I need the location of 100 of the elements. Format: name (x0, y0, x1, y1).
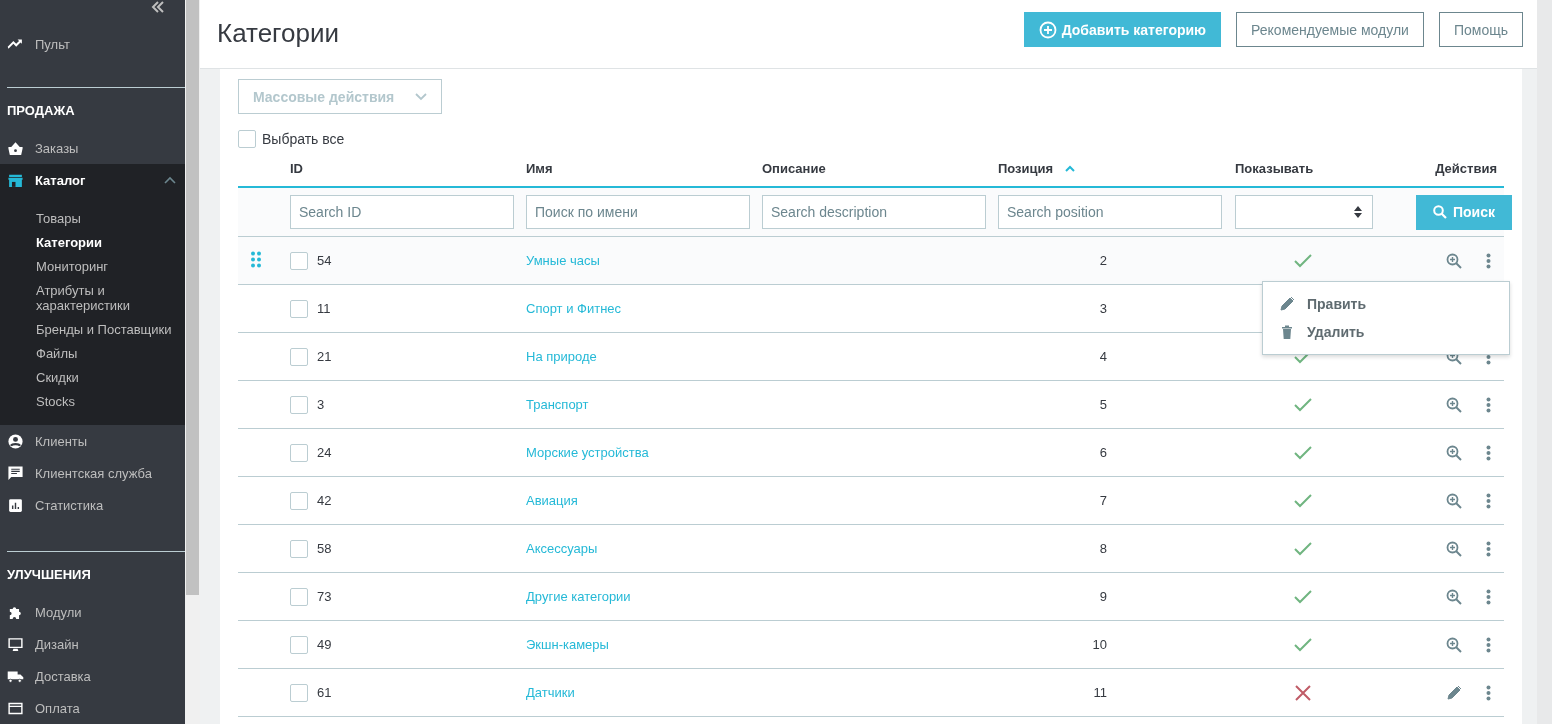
more-vertical-icon[interactable] (1486, 396, 1491, 413)
more-vertical-icon[interactable] (1486, 492, 1491, 509)
sidebar-item[interactable]: Пульт (0, 31, 185, 58)
checkbox[interactable] (290, 251, 308, 270)
table-cell: 8 (1099, 541, 1107, 556)
checkbox[interactable] (290, 347, 308, 366)
zoom-in-icon[interactable] (1446, 588, 1462, 605)
zoom-in-icon[interactable] (1446, 636, 1462, 653)
checkmark-icon[interactable] (1293, 492, 1312, 509)
table-cell: 4 (1099, 349, 1107, 364)
table-cell: 24 (317, 445, 332, 460)
checkbox[interactable] (290, 395, 308, 414)
table-cell: 5 (1099, 397, 1107, 412)
more-vertical-icon[interactable] (1486, 444, 1491, 461)
submenu-item[interactable]: Категории (0, 230, 185, 255)
more-vertical-icon[interactable] (1486, 636, 1491, 653)
column-header[interactable]: Описание (762, 160, 826, 176)
trash-icon (1279, 324, 1295, 340)
sidebar-item[interactable]: Доставка (0, 660, 185, 692)
page-title: Категории (217, 18, 339, 48)
checkbox[interactable] (290, 635, 308, 654)
checkbox[interactable] (290, 443, 308, 462)
table-cell: 6 (1099, 445, 1107, 460)
zoom-in-icon[interactable] (1446, 492, 1462, 509)
checkbox[interactable] (290, 683, 308, 702)
table-cell: 9 (1099, 589, 1107, 604)
cross-icon[interactable] (1293, 684, 1312, 701)
column-header[interactable]: ID (290, 160, 303, 176)
table-cell: 58 (317, 541, 332, 556)
zoom-in-icon[interactable] (1446, 444, 1462, 461)
drag-handle-icon[interactable] (250, 250, 262, 268)
more-vertical-icon[interactable] (1486, 540, 1491, 557)
checkmark-icon[interactable] (1293, 252, 1312, 269)
table-cell: 11 (1093, 685, 1107, 700)
header-button[interactable]: Рекомендуемые модули (1236, 12, 1424, 47)
checkbox[interactable] (238, 130, 256, 148)
column-header[interactable]: Действия (1435, 160, 1497, 176)
checkmark-icon[interactable] (1293, 444, 1312, 461)
plus-circle-icon (1038, 20, 1057, 39)
checkbox[interactable] (290, 299, 308, 318)
submenu-item[interactable]: Мониторинг (0, 254, 185, 279)
column-header[interactable]: Позиция (998, 160, 1076, 176)
scrollbar-track[interactable] (1537, 0, 1552, 724)
submenu-item[interactable]: Бренды и Поставщики (0, 317, 185, 342)
checkmark-icon[interactable] (1293, 540, 1312, 557)
sidebar-item[interactable]: Статистика (0, 489, 185, 522)
table-cell: 7 (1099, 493, 1107, 508)
filter-field[interactable]: Search position (998, 195, 1222, 229)
more-vertical-icon[interactable] (1486, 684, 1491, 701)
menu-item[interactable]: Править (1263, 290, 1509, 318)
section-heading: ПРОДАЖА (7, 102, 76, 121)
checkmark-icon[interactable] (1293, 588, 1312, 605)
pencil-icon (1279, 296, 1295, 312)
basket-icon (7, 139, 24, 157)
submenu-item[interactable]: Скидки (0, 365, 185, 390)
submenu-item[interactable]: Товары (0, 206, 185, 231)
scrollbar-thumb[interactable] (186, 0, 199, 595)
checkbox[interactable] (290, 587, 308, 606)
monitor-icon (7, 635, 24, 653)
sidebar-item[interactable]: Модули (0, 596, 185, 628)
sidebar-item[interactable]: Оплата (0, 692, 185, 724)
checkbox[interactable] (290, 539, 308, 558)
menu-item[interactable]: Удалить (1263, 318, 1509, 346)
column-header[interactable]: Имя (526, 160, 553, 176)
submenu-item[interactable]: Файлы (0, 341, 185, 366)
header-button[interactable]: Помощь (1438, 12, 1523, 47)
pencil-icon[interactable] (1446, 684, 1462, 701)
table-cell: 73 (317, 589, 332, 604)
zoom-in-icon[interactable] (1446, 396, 1462, 413)
table-cell: 21 (317, 349, 332, 364)
zoom-in-icon[interactable] (1446, 252, 1462, 269)
chart-icon (7, 496, 24, 514)
table-cell: 61 (317, 685, 332, 700)
more-vertical-icon[interactable] (1486, 588, 1491, 605)
more-vertical-icon[interactable] (1486, 252, 1491, 269)
submenu-item[interactable]: Атрибуты и характеристики (0, 278, 185, 318)
sidebar-item[interactable]: Заказы (0, 132, 185, 165)
column-header[interactable]: Показывать (1235, 160, 1314, 176)
search-icon (1433, 205, 1447, 219)
checkbox[interactable] (290, 491, 308, 510)
filter-field[interactable]: Search ID (290, 195, 514, 229)
table-cell: 54 (317, 253, 332, 268)
table-cell: 3 (317, 397, 325, 412)
sidebar-item[interactable]: Клиенты (0, 425, 185, 458)
table-cell: 10 (1092, 637, 1107, 652)
table-cell: 42 (317, 493, 332, 508)
table-cell: 49 (317, 637, 332, 652)
filter-field[interactable]: Поиск по имени (526, 195, 750, 229)
double-chevron-icon[interactable] (151, 1, 165, 13)
sidebar-item[interactable]: Клиентская служба (0, 457, 185, 490)
filter-field[interactable]: Search description (762, 195, 986, 229)
sidebar-item[interactable]: Дизайн (0, 628, 185, 660)
sort-ascending-icon (1065, 164, 1076, 172)
submenu-item[interactable]: Stocks (0, 389, 185, 414)
checkmark-icon[interactable] (1293, 396, 1312, 413)
filter-select[interactable] (1235, 195, 1373, 229)
zoom-in-icon[interactable] (1446, 540, 1462, 557)
sidebar-item[interactable]: Каталог (0, 164, 185, 197)
sort-arrows-icon (1354, 206, 1362, 218)
checkmark-icon[interactable] (1293, 636, 1312, 653)
